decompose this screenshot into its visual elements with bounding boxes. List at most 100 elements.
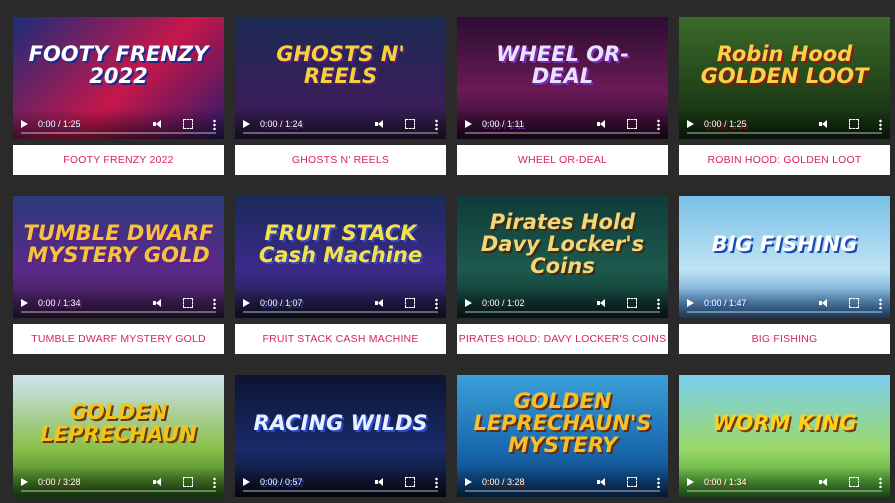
volume-icon[interactable] bbox=[153, 299, 163, 307]
video-player[interactable]: Pirates Hold Davy Locker's Coins 0:00 / … bbox=[457, 196, 668, 318]
fullscreen-icon[interactable] bbox=[849, 477, 859, 487]
video-time: 0:00 / 3:28 bbox=[482, 477, 525, 487]
more-options-icon[interactable] bbox=[879, 476, 882, 488]
seek-bar[interactable] bbox=[687, 490, 882, 492]
more-options-icon[interactable] bbox=[879, 297, 882, 309]
fullscreen-icon[interactable] bbox=[849, 298, 859, 308]
video-player[interactable]: GOLDEN LEPRECHAUN'S MYSTERY 0:00 / 3:28 bbox=[457, 375, 668, 497]
video-controls: 0:00 / 1:25 bbox=[679, 109, 890, 139]
play-icon[interactable] bbox=[21, 120, 28, 128]
fullscreen-icon[interactable] bbox=[627, 298, 637, 308]
seek-bar[interactable] bbox=[243, 490, 438, 492]
more-options-icon[interactable] bbox=[435, 118, 438, 130]
volume-icon[interactable] bbox=[597, 478, 607, 486]
volume-icon[interactable] bbox=[597, 120, 607, 128]
seek-bar[interactable] bbox=[243, 132, 438, 134]
video-controls: 0:00 / 1:24 bbox=[235, 109, 446, 139]
volume-icon[interactable] bbox=[375, 478, 385, 486]
seek-bar[interactable] bbox=[687, 132, 882, 134]
video-player[interactable]: WHEEL OR-DEAL 0:00 / 1:11 bbox=[457, 17, 668, 139]
fullscreen-icon[interactable] bbox=[405, 119, 415, 129]
game-title-link[interactable]: WHEEL OR-DEAL bbox=[457, 145, 668, 175]
video-time: 0:00 / 1:34 bbox=[704, 477, 747, 487]
game-title-link[interactable]: TUMBLE DWARF MYSTERY GOLD bbox=[13, 324, 224, 354]
game-card-pirates-hold: Pirates Hold Davy Locker's Coins 0:00 / … bbox=[457, 196, 668, 354]
play-icon[interactable] bbox=[687, 120, 694, 128]
seek-bar[interactable] bbox=[465, 132, 660, 134]
fullscreen-icon[interactable] bbox=[405, 298, 415, 308]
more-options-icon[interactable] bbox=[213, 476, 216, 488]
video-controls: 0:00 / 1:47 bbox=[679, 288, 890, 318]
game-title-link[interactable]: BIG FISHING bbox=[679, 324, 890, 354]
volume-icon[interactable] bbox=[819, 299, 829, 307]
volume-icon[interactable] bbox=[597, 299, 607, 307]
play-icon[interactable] bbox=[243, 478, 250, 486]
game-title-link[interactable]: PIRATES HOLD: DAVY LOCKER'S COINS bbox=[457, 324, 668, 354]
seek-bar[interactable] bbox=[21, 490, 216, 492]
video-time: 0:00 / 1:25 bbox=[38, 119, 81, 129]
video-time: 0:00 / 1:07 bbox=[260, 298, 303, 308]
game-title-link[interactable]: ROBIN HOOD: GOLDEN LOOT bbox=[679, 145, 890, 175]
play-icon[interactable] bbox=[243, 299, 250, 307]
play-icon[interactable] bbox=[21, 299, 28, 307]
video-controls: 0:00 / 1:02 bbox=[457, 288, 668, 318]
play-icon[interactable] bbox=[243, 120, 250, 128]
video-time: 0:00 / 1:25 bbox=[704, 119, 747, 129]
volume-icon[interactable] bbox=[819, 120, 829, 128]
volume-icon[interactable] bbox=[153, 120, 163, 128]
game-card-tumble-dwarf-mystery-gold: TUMBLE DWARF MYSTERY GOLD 0:00 / 1:34 TU… bbox=[13, 196, 224, 354]
more-options-icon[interactable] bbox=[435, 297, 438, 309]
video-player[interactable]: Robin Hood GOLDEN LOOT 0:00 / 1:25 bbox=[679, 17, 890, 139]
volume-icon[interactable] bbox=[819, 478, 829, 486]
more-options-icon[interactable] bbox=[657, 476, 660, 488]
game-title-link[interactable]: FOOTY FRENZY 2022 bbox=[13, 145, 224, 175]
video-controls: 0:00 / 1:34 bbox=[13, 288, 224, 318]
video-time: 0:00 / 0:57 bbox=[260, 477, 303, 487]
video-time: 0:00 / 1:24 bbox=[260, 119, 303, 129]
volume-icon[interactable] bbox=[375, 299, 385, 307]
video-player[interactable]: BIG FISHING 0:00 / 1:47 bbox=[679, 196, 890, 318]
video-time: 0:00 / 1:11 bbox=[482, 119, 524, 129]
fullscreen-icon[interactable] bbox=[627, 119, 637, 129]
video-time: 0:00 / 1:02 bbox=[482, 298, 525, 308]
volume-icon[interactable] bbox=[153, 478, 163, 486]
game-card-fruit-stack-cash-machine: FRUIT STACK Cash Machine 0:00 / 1:07 FRU… bbox=[235, 196, 446, 354]
game-card-robin-hood-golden-loot: Robin Hood GOLDEN LOOT 0:00 / 1:25 ROBIN… bbox=[679, 17, 890, 175]
play-icon[interactable] bbox=[687, 478, 694, 486]
play-icon[interactable] bbox=[21, 478, 28, 486]
more-options-icon[interactable] bbox=[435, 476, 438, 488]
seek-bar[interactable] bbox=[21, 311, 216, 313]
video-player[interactable]: GHOSTS N' REELS 0:00 / 1:24 bbox=[235, 17, 446, 139]
play-icon[interactable] bbox=[465, 120, 472, 128]
fullscreen-icon[interactable] bbox=[405, 477, 415, 487]
seek-bar[interactable] bbox=[21, 132, 216, 134]
fullscreen-icon[interactable] bbox=[627, 477, 637, 487]
fullscreen-icon[interactable] bbox=[183, 119, 193, 129]
seek-bar[interactable] bbox=[465, 311, 660, 313]
more-options-icon[interactable] bbox=[213, 297, 216, 309]
fullscreen-icon[interactable] bbox=[183, 477, 193, 487]
more-options-icon[interactable] bbox=[657, 118, 660, 130]
seek-bar[interactable] bbox=[465, 490, 660, 492]
game-title-link[interactable]: FRUIT STACK CASH MACHINE bbox=[235, 324, 446, 354]
more-options-icon[interactable] bbox=[657, 297, 660, 309]
video-player[interactable]: FOOTY FRENZY 2022 0:00 / 1:25 bbox=[13, 17, 224, 139]
video-player[interactable]: FRUIT STACK Cash Machine 0:00 / 1:07 bbox=[235, 196, 446, 318]
play-icon[interactable] bbox=[465, 478, 472, 486]
video-player[interactable]: RACING WILDS 0:00 / 0:57 bbox=[235, 375, 446, 497]
video-player[interactable]: TUMBLE DWARF MYSTERY GOLD 0:00 / 1:34 bbox=[13, 196, 224, 318]
play-icon[interactable] bbox=[465, 299, 472, 307]
video-time: 0:00 / 1:47 bbox=[704, 298, 747, 308]
seek-bar[interactable] bbox=[687, 311, 882, 313]
video-controls: 0:00 / 3:28 bbox=[13, 467, 224, 497]
fullscreen-icon[interactable] bbox=[849, 119, 859, 129]
more-options-icon[interactable] bbox=[213, 118, 216, 130]
video-player[interactable]: WORM KING 0:00 / 1:34 bbox=[679, 375, 890, 497]
fullscreen-icon[interactable] bbox=[183, 298, 193, 308]
volume-icon[interactable] bbox=[375, 120, 385, 128]
game-title-link[interactable]: GHOSTS N' REELS bbox=[235, 145, 446, 175]
play-icon[interactable] bbox=[687, 299, 694, 307]
seek-bar[interactable] bbox=[243, 311, 438, 313]
video-player[interactable]: GOLDEN LEPRECHAUN 0:00 / 3:28 bbox=[13, 375, 224, 497]
more-options-icon[interactable] bbox=[879, 118, 882, 130]
